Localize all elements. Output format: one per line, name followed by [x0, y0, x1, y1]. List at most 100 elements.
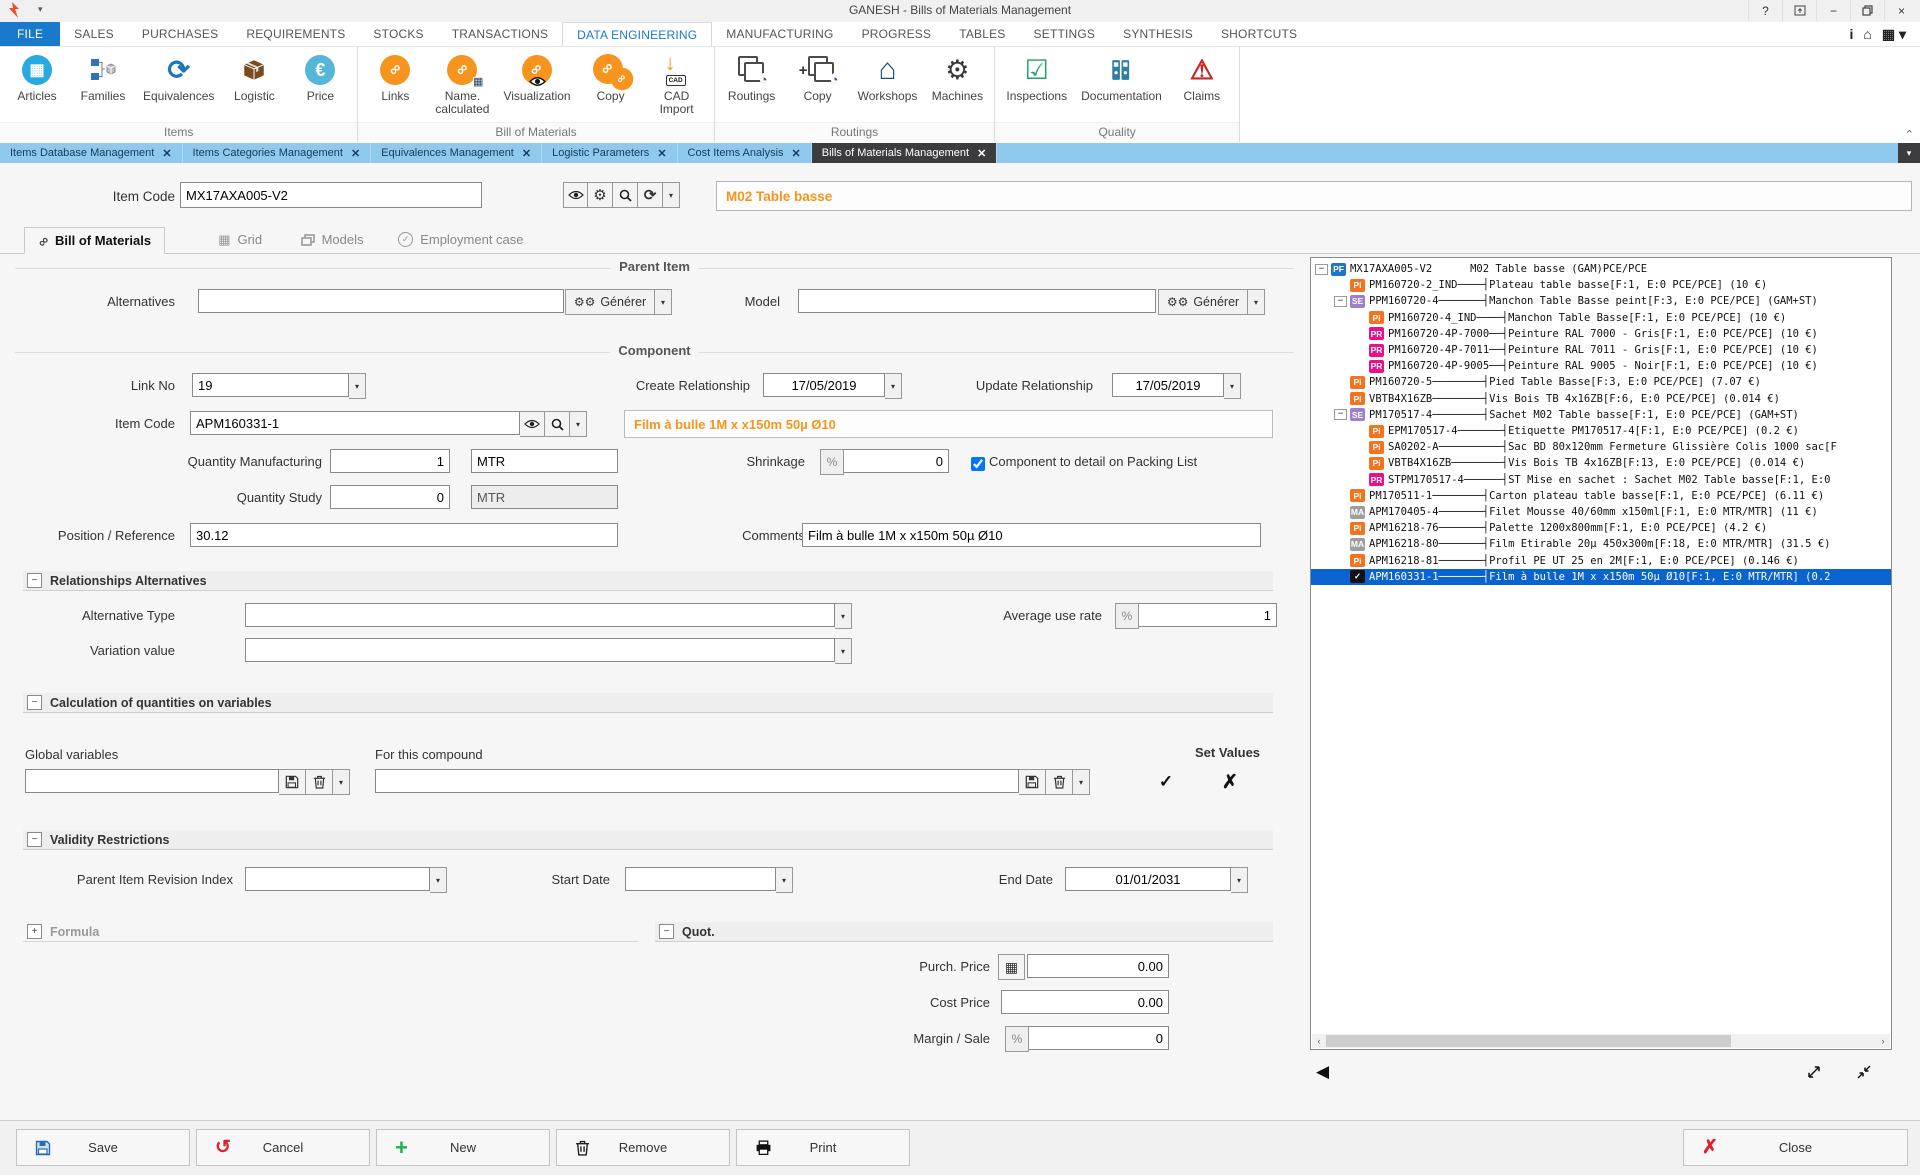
model-input[interactable] [798, 289, 1156, 313]
expand-plus-icon[interactable]: + [27, 924, 42, 939]
close-tab-icon[interactable]: ✕ [792, 147, 801, 160]
menu-tab-shortcuts[interactable]: SHORTCUTS [1207, 22, 1311, 46]
shrinkage-input[interactable] [844, 449, 949, 473]
tree-row[interactable]: PiAPM16218-81───────┤Profil PE UT 25 en … [1311, 553, 1892, 569]
menu-tab-manufacturing[interactable]: MANUFACTURING [712, 22, 847, 46]
tree-row[interactable]: MAAPM170405-4───────┤Filet Mousse 40/60m… [1311, 504, 1892, 520]
tree-row[interactable]: PRPM160720-4P-7000──┤Peinture RAL 7000 -… [1311, 326, 1892, 342]
link-no-input[interactable] [192, 373, 349, 397]
tree-row[interactable]: ✓APM160331-1───────┤Film à bulle 1M x x1… [1311, 569, 1892, 585]
tree-row[interactable]: −PFMX17AXA005-V2 M02 Table basse (GAM)PC… [1311, 261, 1892, 277]
home-icon[interactable]: ⌂ [1863, 26, 1871, 42]
end-date-caret[interactable]: ▾ [1231, 867, 1248, 893]
info-icon[interactable]: i [1849, 26, 1853, 42]
menu-tab-transactions[interactable]: TRANSACTIONS [438, 22, 562, 46]
parent-item-revision-index-input[interactable] [245, 867, 430, 891]
tree-row[interactable]: PiSA0202-A──────────┤Sac BD 80x120mm Fer… [1311, 439, 1892, 455]
update-relationship-input[interactable] [1112, 373, 1224, 397]
ribbon-button-machines[interactable]: ⚙Machines [926, 51, 988, 104]
item-refresh-caret[interactable]: ▾ [663, 182, 680, 208]
doc-tab-items-categories-management[interactable]: Items Categories Management✕ [183, 143, 372, 163]
qty-study-input[interactable] [330, 485, 450, 509]
start-date-input[interactable] [625, 867, 776, 891]
menu-tab-data-engineering[interactable]: DATA ENGINEERING [562, 22, 712, 46]
scroll-right-icon[interactable]: › [1876, 1036, 1890, 1046]
close-tab-icon[interactable]: ✕ [657, 147, 666, 160]
purch-price-input[interactable] [1027, 954, 1169, 978]
tree-row[interactable]: −SEPM170517-4────────┤Sachet M02 Table b… [1311, 407, 1892, 423]
create-relationship-input[interactable] [763, 373, 885, 397]
ribbon-button-copy[interactable]: +◔Copy [787, 51, 849, 104]
ribbon-collapse-icon[interactable]: ⌃ [1905, 128, 1914, 141]
model-generate-caret[interactable]: ▾ [1248, 289, 1265, 315]
close-tab-icon[interactable]: ✕ [977, 147, 986, 160]
item-refresh-button[interactable]: ⟳ [638, 182, 663, 208]
tab-grid[interactable]: ▦Grid [205, 227, 275, 252]
create-relationship-caret[interactable]: ▾ [885, 373, 902, 399]
menu-tab-requirements[interactable]: REQUIREMENTS [232, 22, 359, 46]
doc-tab-items-database-management[interactable]: Items Database Management✕ [0, 143, 183, 163]
menu-tab-sales[interactable]: SALES [60, 22, 128, 46]
alternatives-input[interactable] [198, 289, 564, 313]
menu-tab-tables[interactable]: TABLES [945, 22, 1019, 46]
minimize-button[interactable]: − [1816, 0, 1850, 21]
for-this-compound-caret[interactable]: ▾ [1073, 769, 1090, 795]
model-generate-button[interactable]: ⚙⚙Générer [1158, 289, 1248, 315]
tree-row[interactable]: PiPM160720-5────────┤Pied Table Basse[F:… [1311, 374, 1892, 390]
link-no-caret[interactable]: ▾ [349, 373, 366, 399]
tree-row[interactable]: PRPM160720-4P-7011──┤Peinture RAL 7011 -… [1311, 342, 1892, 358]
alternative-type-input[interactable] [245, 603, 835, 627]
item-search-button[interactable] [613, 182, 638, 208]
tree-row[interactable]: PRPM160720-4P-9005──┤Peinture RAL 9005 -… [1311, 358, 1892, 374]
ribbon-button-visualization[interactable]: ∞Visualization [498, 51, 575, 104]
qty-manufacturing-unit[interactable] [471, 449, 618, 473]
position-reference-input[interactable] [190, 523, 618, 547]
tab-models[interactable]: Models [288, 227, 377, 252]
for-this-compound-trash-button[interactable] [1046, 769, 1073, 795]
tree-row[interactable]: PiEPM170517-4───────┤Etiquette PM170517-… [1311, 423, 1892, 439]
collapse-minus-icon[interactable]: − [659, 924, 674, 939]
doc-tab-cost-items-analysis[interactable]: Cost Items Analysis✕ [678, 143, 812, 163]
menu-tab-stocks[interactable]: STOCKS [359, 22, 437, 46]
ribbon-button-articles[interactable]: ▦Articles [6, 51, 68, 104]
tree-row[interactable]: −SEPPM160720-4───────┤Manchon Table Bass… [1311, 293, 1892, 309]
ribbon-button-documentation[interactable]: Documentation [1076, 51, 1167, 104]
ribbon-button-copy[interactable]: ∞∞Copy [580, 51, 642, 104]
qty-manufacturing-input[interactable] [330, 449, 450, 473]
average-use-rate-input[interactable] [1139, 603, 1277, 627]
tree-collapse-all-icon[interactable] [1856, 1064, 1872, 1083]
scroll-left-icon[interactable]: ‹ [1312, 1036, 1326, 1046]
tree-row[interactable]: PiVBTB4X16ZB────────┤Vis Bois TB 4x16ZB[… [1311, 455, 1892, 471]
grid-tools-icon[interactable]: ▦ ▾ [1882, 26, 1906, 43]
end-date-input[interactable] [1065, 867, 1231, 891]
scrollbar-thumb[interactable] [1326, 1035, 1731, 1047]
ribbon-button-workshops[interactable]: ⌂Workshops [853, 51, 923, 104]
parent-item-revision-index-caret[interactable]: ▾ [430, 867, 447, 893]
component-search-button[interactable] [545, 411, 570, 437]
collapse-minus-icon[interactable]: − [27, 573, 42, 588]
global-variables-save-button[interactable] [279, 769, 306, 795]
tree-row[interactable]: PiVBTB4X16ZB────────┤Vis Bois TB 4x16ZB[… [1311, 391, 1892, 407]
menu-tab-purchases[interactable]: PURCHASES [128, 22, 232, 46]
for-this-compound-input[interactable] [375, 769, 1019, 793]
print-button[interactable]: Print [736, 1129, 910, 1166]
tree-expand-all-icon[interactable] [1806, 1064, 1822, 1083]
close-button[interactable]: ✗Close [1683, 1129, 1908, 1166]
tree-collapse-icon[interactable]: − [1334, 296, 1347, 307]
tree-row[interactable]: PiPM170511-1────────┤Carton plateau tabl… [1311, 488, 1892, 504]
tree-back-arrow-icon[interactable]: ◀ [1316, 1062, 1329, 1082]
tree-collapse-icon[interactable]: − [1315, 264, 1328, 275]
update-relationship-caret[interactable]: ▾ [1224, 373, 1241, 399]
global-variables-trash-button[interactable] [306, 769, 333, 795]
ribbon-button-price[interactable]: €Price [289, 51, 351, 104]
variation-value-input[interactable] [245, 638, 835, 662]
component-item-code-input[interactable] [190, 411, 520, 435]
ribbon-button-cad-import[interactable]: ↓CADCAD Import [646, 51, 708, 117]
collapse-minus-icon[interactable]: − [27, 832, 42, 847]
ribbon-button-families[interactable]: Families [72, 51, 134, 104]
tree-horizontal-scrollbar[interactable]: ‹ › [1312, 1034, 1890, 1048]
global-variables-input[interactable] [25, 769, 279, 793]
ribbon-button-inspections[interactable]: ☑Inspections [1001, 51, 1072, 104]
ribbon-button-name-calculated[interactable]: ∞▦Name. calculated [430, 51, 494, 117]
doc-tab-bills-of-materials-management[interactable]: Bills of Materials Management✕ [812, 143, 998, 163]
